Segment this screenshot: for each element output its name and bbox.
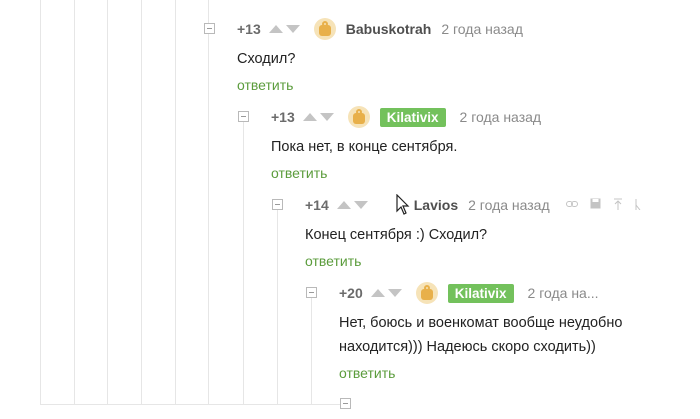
thread-line <box>208 0 209 405</box>
comment-tools <box>560 198 647 213</box>
comment-header: +20 Kilativix 2 года на... <box>339 281 622 305</box>
author-badge[interactable]: Kilativix <box>447 283 514 303</box>
comment-text: Конец сентября :) Сходил? <box>305 227 488 243</box>
rating: +20 <box>339 285 363 301</box>
collapse-toggle[interactable] <box>272 199 283 210</box>
rating: +14 <box>305 197 329 213</box>
thread-line <box>141 0 142 405</box>
thread-line <box>40 0 41 405</box>
mouse-cursor-icon <box>396 193 410 221</box>
thread-line <box>311 298 312 405</box>
thread-line <box>175 0 176 405</box>
reply-link[interactable]: ответить <box>339 365 622 381</box>
collapse-toggle[interactable] <box>340 398 351 409</box>
timestamp[interactable]: 2 года назад <box>468 197 550 213</box>
thread-line <box>243 122 244 405</box>
comment: +13 Kilativix 2 года назад Пока нет, в к… <box>271 105 541 181</box>
comment-header: +13 Babuskotrah 2 года назад <box>237 17 523 41</box>
collapse-toggle[interactable] <box>238 111 249 122</box>
downvote-icon[interactable] <box>285 25 300 33</box>
avatar[interactable] <box>415 282 438 304</box>
comment: +13 Babuskotrah 2 года назад Сходил? отв… <box>237 17 523 93</box>
comment-text-line: Нет, боюсь и военкомат вообще неудобно <box>339 315 623 331</box>
reply-link[interactable]: ответить <box>237 77 523 93</box>
author-name[interactable]: Lavios <box>414 197 458 213</box>
comment-header: +14 Lavios 2 года назад <box>305 193 647 217</box>
comment: +20 Kilativix 2 года на... Нет, боюсь и … <box>339 281 622 381</box>
downvote-icon[interactable] <box>387 289 402 297</box>
rating: +13 <box>237 21 261 37</box>
timestamp[interactable]: 2 года назад <box>441 21 523 37</box>
save-icon[interactable] <box>590 198 601 212</box>
comment-text: Пока нет, в конце сентября. <box>271 139 458 155</box>
link-icon[interactable] <box>565 198 578 212</box>
timestamp[interactable]: 2 года на... <box>528 285 599 301</box>
more-icon[interactable] <box>635 198 641 213</box>
upvote-icon[interactable] <box>268 25 283 33</box>
thread-line <box>277 210 278 405</box>
comment-header: +13 Kilativix 2 года назад <box>271 105 541 129</box>
timestamp[interactable]: 2 года назад <box>460 109 542 125</box>
collapse-toggle[interactable] <box>204 23 215 34</box>
thread-line <box>74 0 75 405</box>
thread-line <box>107 0 108 405</box>
author-name[interactable]: Babuskotrah <box>346 21 432 37</box>
comment-text: Нет, боюсь и военкомат вообще неудобно н… <box>339 311 622 359</box>
collapse-toggle[interactable] <box>306 287 317 298</box>
comment-text-line: находится))) Надеюсь скоро сходить)) <box>339 339 596 355</box>
downvote-icon[interactable] <box>353 201 368 209</box>
reply-link[interactable]: ответить <box>305 253 647 269</box>
downvote-icon[interactable] <box>319 113 334 121</box>
thread-end-line <box>40 404 340 405</box>
rating: +13 <box>271 109 295 125</box>
avatar[interactable] <box>347 106 370 128</box>
upvote-icon[interactable] <box>302 113 317 121</box>
comment: +14 Lavios 2 года назад Конец сентября :… <box>305 193 647 269</box>
scroll-up-icon[interactable] <box>613 198 623 213</box>
reply-link[interactable]: ответить <box>271 165 541 181</box>
avatar[interactable] <box>313 18 336 40</box>
comment-text: Сходил? <box>237 51 296 67</box>
author-badge[interactable]: Kilativix <box>379 107 446 127</box>
upvote-icon[interactable] <box>336 201 351 209</box>
upvote-icon[interactable] <box>370 289 385 297</box>
